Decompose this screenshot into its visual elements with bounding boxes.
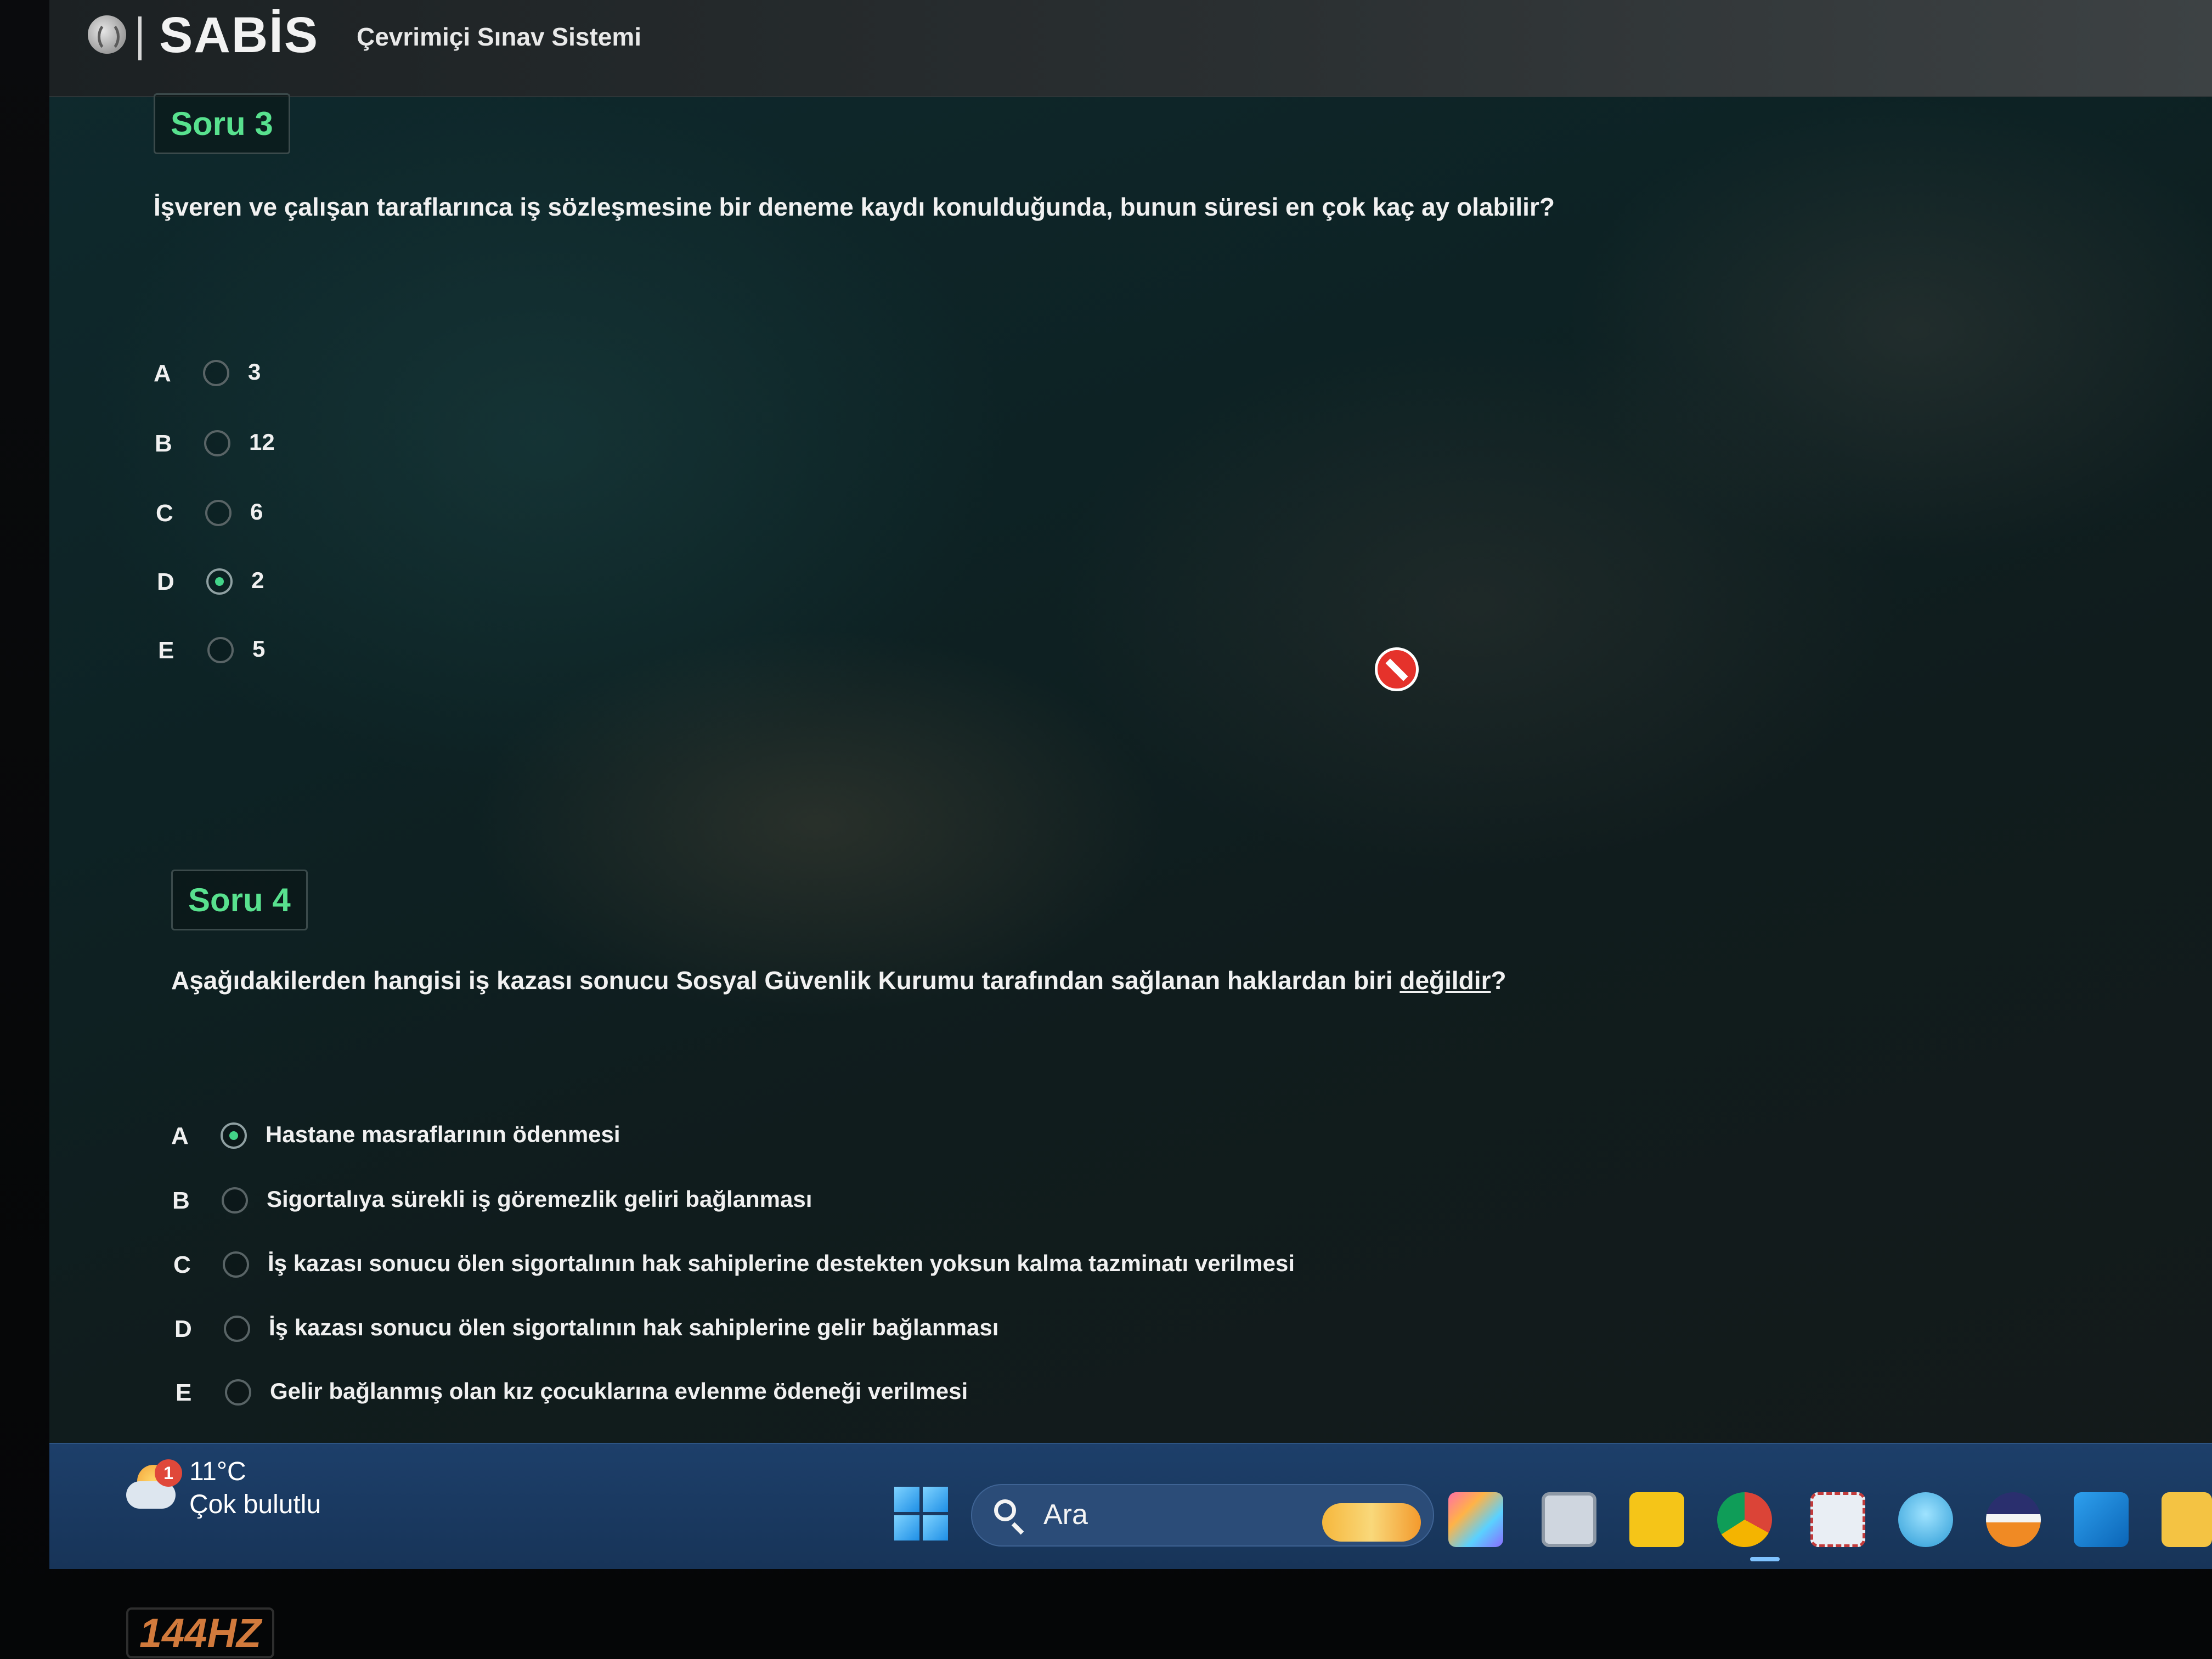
app-subtitle: Çevrimiçi Sınav Sistemi (357, 22, 642, 51)
start-pane (923, 1487, 948, 1512)
radio-button[interactable] (225, 1379, 251, 1406)
active-app-indicator (1750, 1557, 1780, 1561)
screen: SABİS Çevrimiçi Sınav Sistemi Soru 3 İşv… (49, 0, 2212, 1569)
vscode-icon[interactable] (2074, 1492, 2129, 1547)
sticky-notes-icon[interactable] (1629, 1492, 1684, 1547)
search-placeholder: Ara (1043, 1499, 1088, 1531)
radio-button[interactable] (204, 430, 230, 456)
app-header: SABİS Çevrimiçi Sınav Sistemi (49, 0, 2212, 97)
option-label: 12 (249, 429, 275, 455)
not-allowed-cursor-icon (1375, 647, 1419, 691)
monitor-refresh-rate-label: 144HZ (126, 1607, 275, 1658)
radio-button-selected[interactable] (206, 568, 233, 595)
option-letter: D (157, 568, 174, 595)
chrome-icon[interactable] (1717, 1492, 1772, 1547)
option-label: İş kazası sonucu ölen sigortalının hak s… (269, 1314, 999, 1340)
question-text-3: İşveren ve çalışan taraflarınca iş sözle… (154, 193, 1555, 221)
option-label: İş kazası sonucu ölen sigortalının hak s… (268, 1250, 1295, 1276)
option-label: Gelir bağlanmış olan kız çocuklarına evl… (270, 1378, 968, 1404)
search-icon (994, 1499, 1016, 1521)
option-label: 5 (252, 636, 266, 662)
search-highlight-icon[interactable] (1322, 1503, 1421, 1542)
option-letter: B (172, 1187, 190, 1214)
question-badge-3: Soru 3 (154, 93, 290, 154)
radio-button[interactable] (224, 1316, 250, 1342)
app-logo[interactable]: SABİS (159, 7, 319, 64)
weather-notification-badge: 1 (155, 1459, 182, 1487)
option-letter: A (154, 360, 171, 387)
weather-temperature[interactable]: 11°C (189, 1457, 246, 1487)
start-pane (894, 1487, 919, 1512)
option-letter: B (155, 430, 172, 457)
radio-button[interactable] (207, 637, 234, 663)
logo-divider (138, 16, 142, 60)
copilot-pre-icon[interactable] (1448, 1492, 1503, 1547)
option-letter: D (174, 1316, 192, 1342)
snipping-tool-icon[interactable] (1810, 1492, 1865, 1547)
option-letter: C (156, 500, 173, 527)
task-view-icon[interactable] (1542, 1492, 1596, 1547)
radio-button[interactable] (223, 1251, 249, 1278)
option-label: Sigortalıya sürekli iş göremezlik geliri… (267, 1186, 812, 1212)
weather-description[interactable]: Çok bulutlu (189, 1489, 321, 1520)
eclipse-ide-icon[interactable] (1986, 1492, 2041, 1547)
question-badge-4: Soru 4 (171, 870, 308, 930)
option-label: 2 (251, 567, 264, 593)
question-text-4: Aşağıdakilerden hangisi iş kazası sonucu… (171, 966, 1506, 995)
tips-lightbulb-icon[interactable] (1898, 1492, 1953, 1547)
radio-button-selected[interactable] (221, 1122, 247, 1149)
option-letter: A (171, 1122, 189, 1149)
option-label: Hastane masraflarının ödenmesi (266, 1121, 620, 1147)
question-text-main: Aşağıdakilerden hangisi iş kazası sonucu… (171, 966, 1400, 995)
start-pane (894, 1515, 919, 1541)
sabis-globe-icon (88, 15, 126, 54)
option-letter: E (176, 1379, 192, 1406)
file-explorer-icon[interactable] (2162, 1492, 2212, 1547)
radio-button[interactable] (203, 360, 229, 386)
radio-button[interactable] (205, 500, 232, 526)
option-letter: E (158, 637, 174, 664)
question-text-emphasis: değildir (1400, 966, 1491, 995)
question-text-end: ? (1491, 966, 1506, 995)
option-label: 6 (250, 499, 263, 524)
option-label: 3 (248, 359, 261, 385)
radio-button[interactable] (222, 1187, 248, 1214)
option-letter: C (173, 1251, 191, 1278)
windows-start-icon[interactable] (894, 1487, 949, 1542)
start-pane (923, 1515, 948, 1541)
